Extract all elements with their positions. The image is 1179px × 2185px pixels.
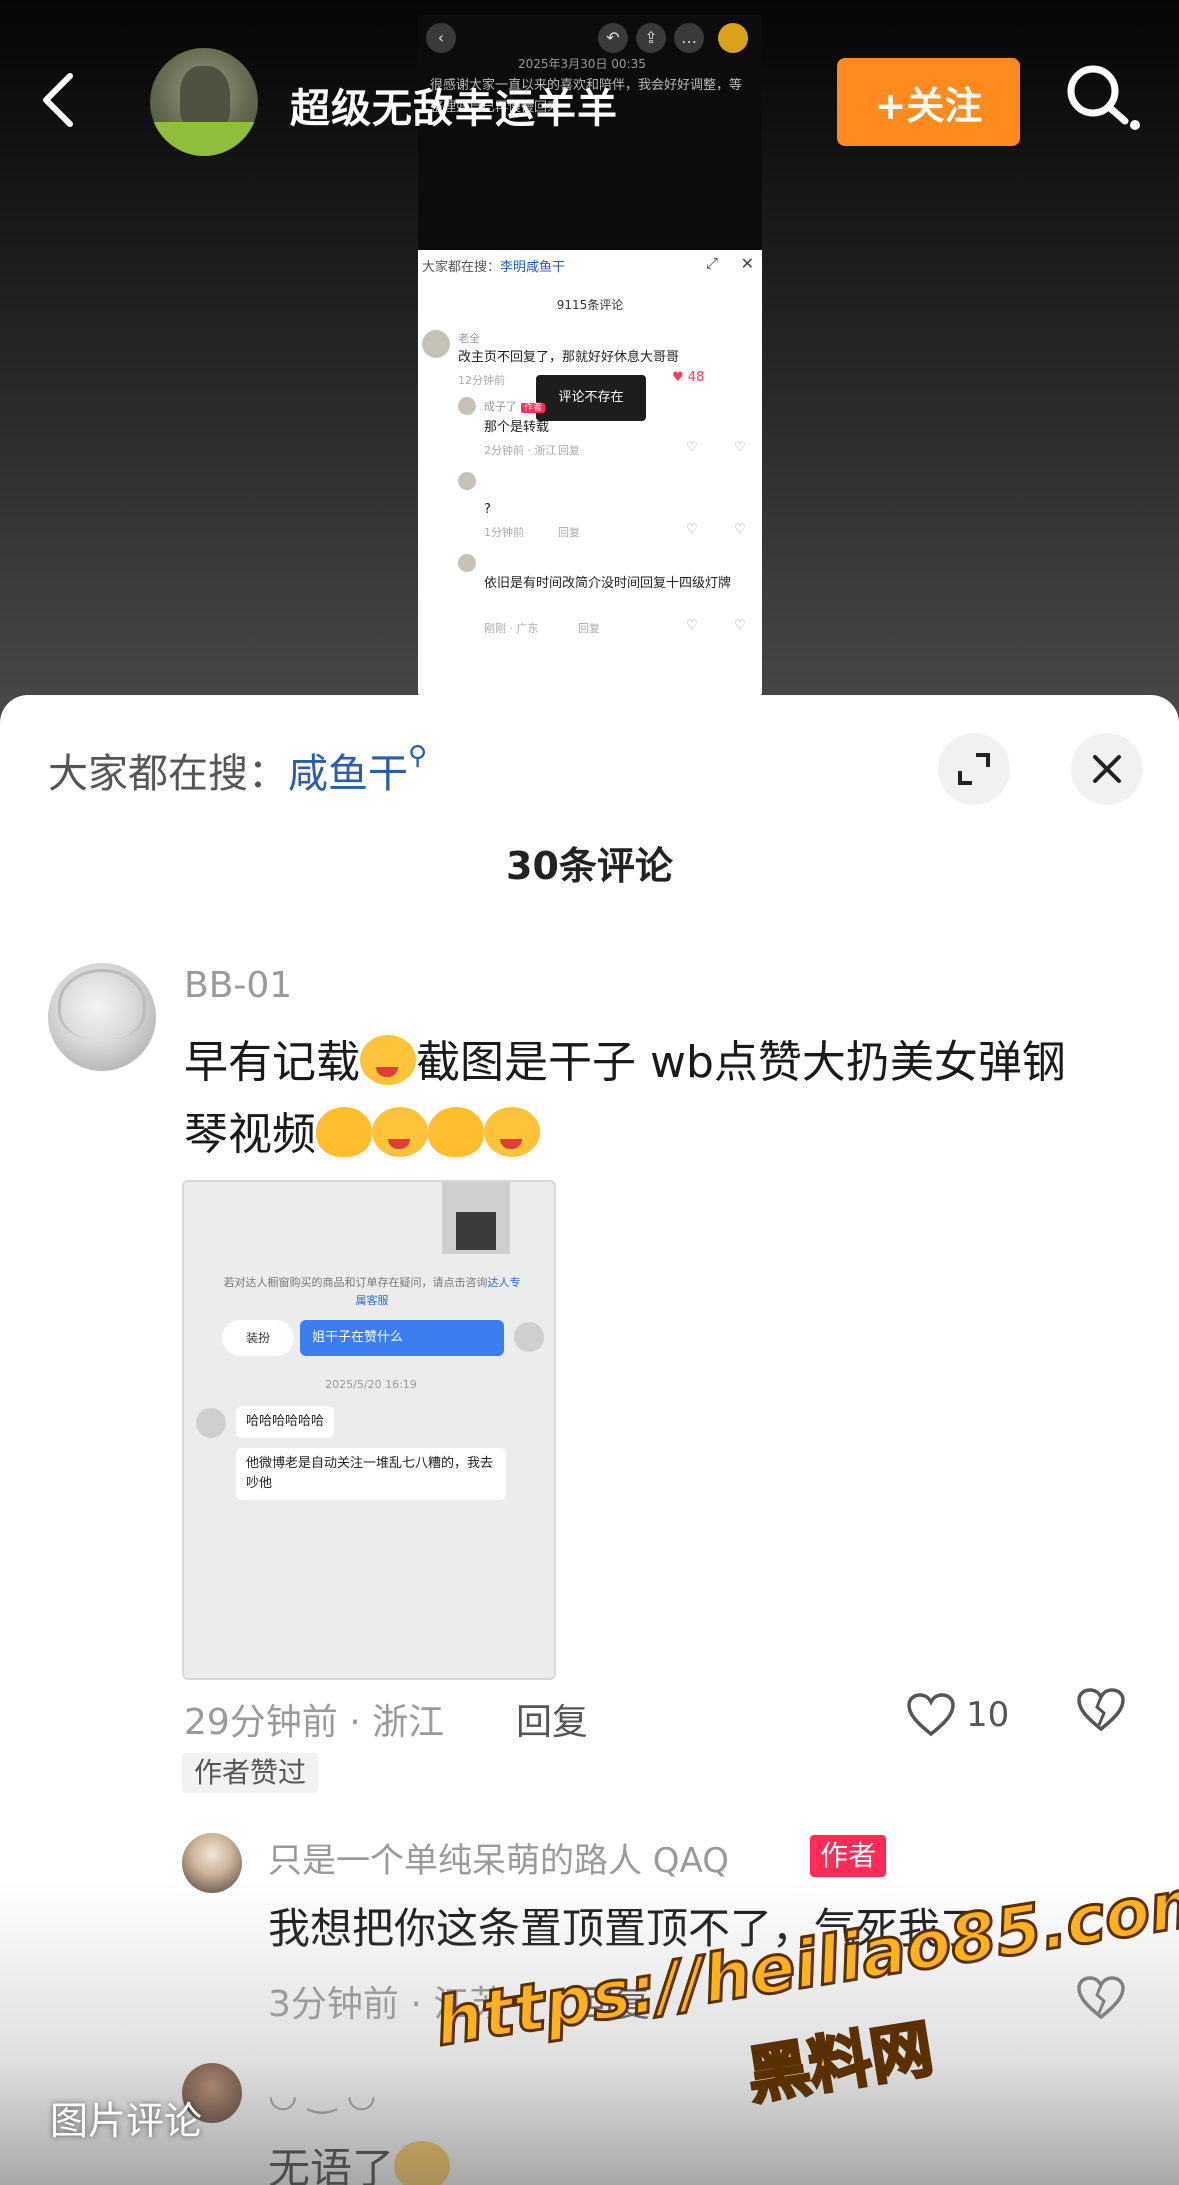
inner-c2-text: 那个是转载 (484, 420, 550, 435)
inner-dislike-icon: ♡ (734, 618, 746, 633)
image-avatar (514, 1322, 544, 1352)
close-icon (1093, 755, 1121, 783)
inner-c1-name: 老全 (458, 332, 480, 345)
inner-search-keyword: 李明咸鱼干 (500, 260, 566, 275)
trending-search-hint[interactable]: 大家都在搜：咸鱼干⚲ (48, 741, 427, 799)
inner-avatar (422, 330, 450, 358)
comment-text-part: 截图是干子 wb点赞大扔美女弹钢 (416, 1037, 1066, 1088)
inner-c2-meta: 2分钟前 · 浙江 (484, 444, 557, 457)
image-thumbnail (442, 1182, 510, 1254)
reply-text: 无语了 (268, 2135, 451, 2185)
comment-text: 早有记载 截图是干子 wb点赞大扔美女弹钢 琴视频 (184, 1027, 1144, 1171)
reply-button[interactable]: 回复 (516, 1693, 588, 1745)
inner-heart-icon: ♡ (686, 440, 698, 455)
image-bubble: 哈哈哈哈哈哈 (236, 1406, 335, 1438)
keyword-search-icon: ⚲ (408, 741, 428, 771)
author-username[interactable]: 超级无敌幸运羊羊 (290, 76, 618, 134)
comment-count: 30条评论 (506, 844, 673, 888)
heart-icon (907, 1693, 955, 1737)
image-note-text: 若对达人橱窗购买的商品和订单存在疑问，请点击咨询 (223, 1276, 488, 1289)
inner-avatar (458, 554, 476, 572)
inner-dislike-icon: ♡ (734, 440, 746, 455)
inner-avatar (458, 472, 476, 490)
back-button[interactable] (28, 70, 88, 130)
avatar-rock (180, 66, 230, 130)
inner-c3-meta: 1分钟前 (484, 526, 524, 539)
tongue-emoji-icon (372, 1107, 428, 1157)
image-bubble: 他微博老是自动关注一堆乱七八糟的，我去吵他 (236, 1448, 506, 1500)
image-note: 若对达人橱窗购买的商品和订单存在疑问，请点击咨询达人专属客服 (222, 1274, 522, 1310)
inner-c4-text: 依旧是有时间改简介没时间回复十四级灯牌 (484, 576, 732, 591)
inner-toast: 评论不存在 (536, 375, 646, 421)
inner-heart-icon: ♥ 48 (672, 370, 705, 385)
inner-c4-meta: 刚刚 · 广东 (484, 622, 539, 635)
comment-text-part: 早有记载 (184, 1037, 360, 1088)
like-count: 10 (966, 1695, 1010, 1735)
inner-c2-reply: 回复 (558, 444, 580, 457)
inner-c1-text: 改主页不回复了，那就好好休息大哥哥 (458, 350, 680, 365)
image-chip: 装扮 (222, 1320, 294, 1356)
inner-search-prefix: 大家都在搜： (422, 260, 501, 275)
inner-c2-name-text: 成子了 (484, 400, 517, 413)
like-button[interactable]: 10 (906, 1687, 1026, 1743)
heart-hands-emoji-icon (428, 1107, 484, 1157)
inner-close-icon: ✕ (740, 254, 754, 273)
replier-name[interactable]: 只是一个单纯呆萌的路人 QAQ (268, 1833, 729, 1882)
comment-image[interactable]: 若对达人橱窗购买的商品和订单存在疑问，请点击咨询达人专属客服 装扮 姐干子在赞什… (182, 1180, 556, 1680)
inner-author-tag: 作者 (521, 403, 546, 413)
dislike-button[interactable] (1076, 1687, 1132, 1743)
avatar-hair (58, 969, 146, 1039)
search-icon (1067, 65, 1140, 130)
inner-c3-text: ? (484, 502, 491, 517)
commenter-name[interactable]: BB-01 (184, 965, 292, 1006)
inner-heart-icon: ♡ (686, 522, 698, 537)
author-liked-badge: 作者赞过 (182, 1753, 319, 1793)
author-avatar[interactable] (150, 48, 258, 156)
heart-hands-emoji-icon (316, 1107, 372, 1157)
trending-search-keyword[interactable]: 咸鱼干 (288, 751, 408, 797)
replier-name[interactable]: ◡ ‿ ◡ (268, 2075, 376, 2115)
comment-meta: 29分钟前 · 浙江 (184, 1702, 445, 1743)
inner-c4-reply: 回复 (578, 622, 600, 635)
replier-avatar[interactable] (182, 1833, 242, 1893)
search-button[interactable] (1056, 54, 1146, 144)
author-tag: 作者 (810, 1835, 887, 1877)
inner-comment-count: 9115条评论 (556, 298, 624, 312)
image-avatar (196, 1408, 226, 1438)
inner-expand-icon: ⤢ (705, 254, 718, 272)
commenter-avatar[interactable] (48, 963, 156, 1071)
inner-comment-panel: 大家都在搜：李明咸鱼干 ⤢ ✕ 9115条评论 老全 改主页不回复了，那就好好休… (418, 250, 762, 695)
follow-button[interactable]: +关注 (837, 58, 1020, 146)
comment-text-part: 琴视频 (184, 1109, 316, 1160)
trending-search-prefix: 大家都在搜： (48, 751, 288, 797)
watermark-name: 黑料网 (741, 2010, 939, 2114)
expand-button[interactable] (938, 733, 1010, 805)
broken-heart-icon (1077, 1688, 1125, 1732)
image-time: 2025/5/20 16:19 (325, 1378, 417, 1391)
inner-c3-reply: 回复 (558, 526, 580, 539)
image-comment-button[interactable]: 图片评论 (50, 2090, 202, 2145)
sweat-smile-emoji-icon (394, 2141, 451, 2185)
inner-c1-likes: 48 (687, 370, 705, 385)
inner-heart-icon: ♡ (686, 618, 698, 633)
reply-text-part: 无语了 (268, 2144, 395, 2185)
inner-dislike-icon: ♡ (734, 522, 746, 537)
back-arrow-icon (43, 73, 73, 127)
inner-c1-meta: 12分钟前 (458, 374, 505, 387)
close-button[interactable] (1071, 733, 1143, 805)
avatar-grass (150, 122, 258, 156)
expand-icon (958, 753, 990, 785)
tongue-emoji-icon (484, 1107, 540, 1157)
image-blue-message: 姐干子在赞什么 (300, 1320, 504, 1356)
inner-search-hint: 大家都在搜：李明咸鱼干 (422, 256, 565, 275)
inner-c2-name: 成子了 作者 (484, 398, 546, 414)
inner-avatar (458, 397, 476, 415)
video-header: 超级无敌幸运羊羊 +关注 (0, 40, 1179, 165)
wink-emoji-icon (360, 1035, 416, 1085)
